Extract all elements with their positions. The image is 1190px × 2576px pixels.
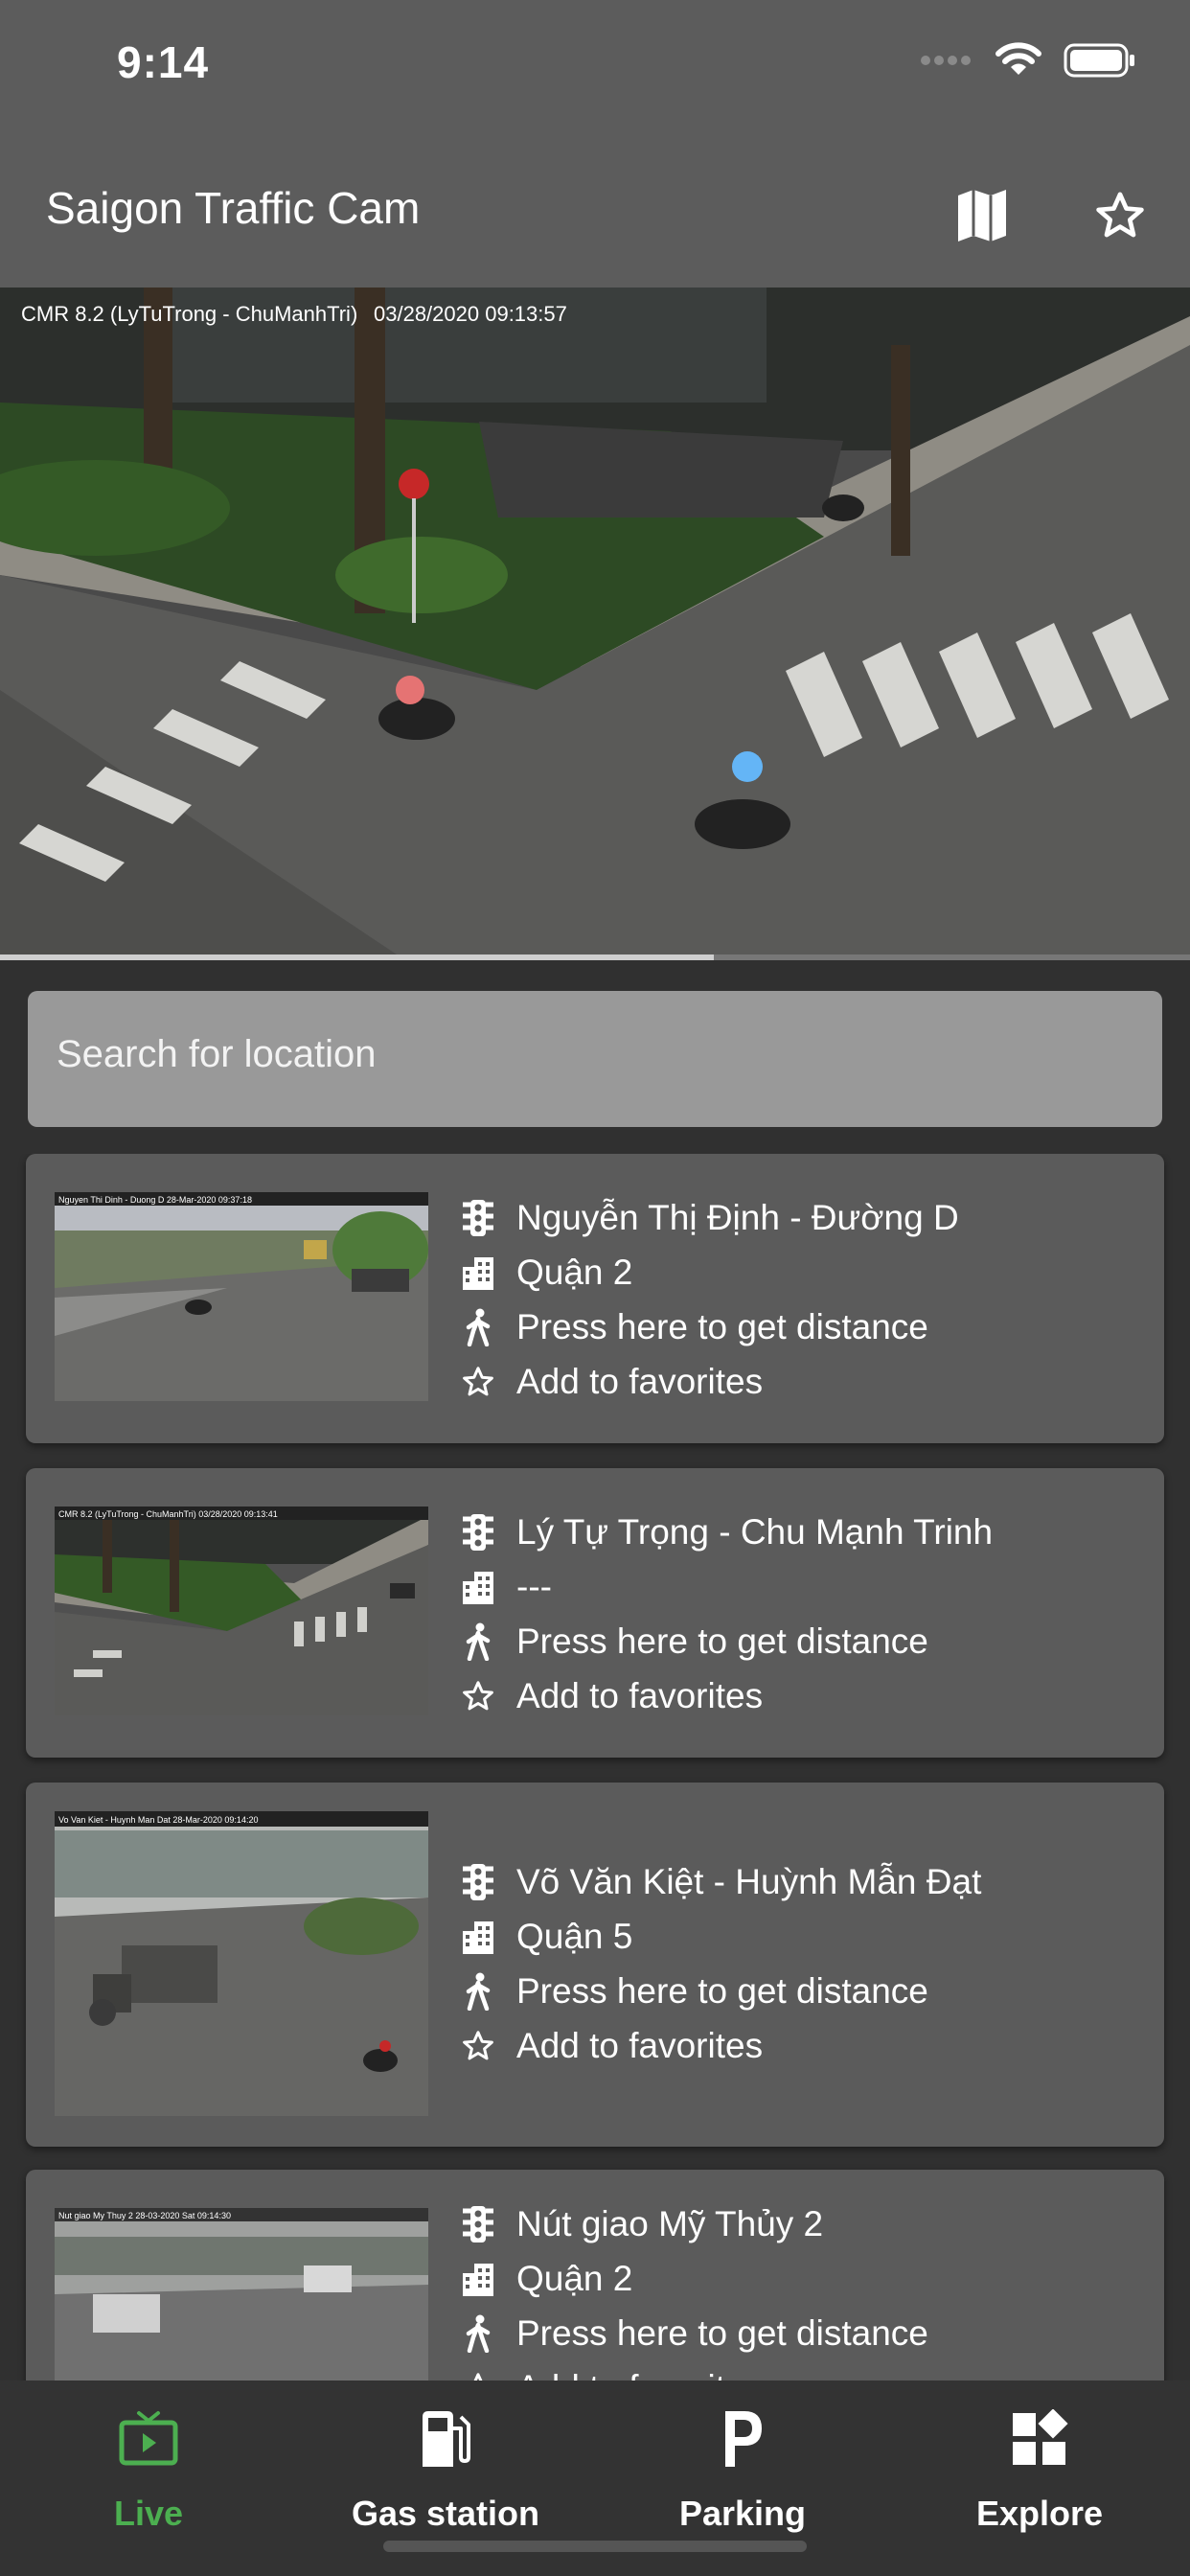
camera-district-row: Quận 2 — [457, 1245, 1145, 1300]
distance-action[interactable]: Press here to get distance — [516, 1622, 928, 1662]
distance-action[interactable]: Press here to get distance — [516, 2313, 928, 2354]
star-outline-icon — [1096, 192, 1144, 238]
city-icon — [463, 1571, 493, 1604]
camera-name: Võ Văn Kiệt - Huỳnh Mẫn Đạt — [516, 1861, 982, 1901]
camera-name-row: Nút giao Mỹ Thủy 2 — [457, 2196, 1145, 2251]
home-indicator — [383, 2541, 807, 2552]
walking-icon — [466, 2314, 491, 2353]
city-icon — [463, 1256, 493, 1290]
camera-thumbnail[interactable]: Nguyen Thi Dinh - Duong D 28-Mar-2020 09… — [55, 1192, 428, 1401]
walking-icon — [466, 1622, 491, 1661]
camera-thumbnail[interactable]: Vo Van Kiet - Huynh Man Dat 28-Mar-2020 … — [55, 1811, 428, 2116]
gas-pump-icon — [423, 2411, 470, 2467]
traffic-light-icon — [463, 1863, 493, 1900]
hero-overlay-timestamp: 03/28/2020 09:13:57 — [374, 302, 567, 326]
signal-icon — [921, 56, 971, 65]
star-outline-icon — [463, 1366, 493, 1395]
favorite-row[interactable]: Add to favorites — [457, 2018, 1145, 2073]
camera-district-row: Quận 2 — [457, 2251, 1145, 2306]
distance-action[interactable]: Press here to get distance — [516, 1307, 928, 1347]
nav-label: Explore — [975, 2494, 1104, 2533]
camera-name: Nguyễn Thị Định - Đường D — [516, 1197, 959, 1237]
camera-name-row: Lý Tự Trọng - Chu Mạnh Trinh — [457, 1505, 1145, 1559]
search-placeholder: Search for location — [57, 1033, 377, 1075]
thumbnail-overlay: CMR 8.2 (LyTuTrong - ChuManhTri) 03/28/2… — [58, 1509, 278, 1519]
distance-row[interactable]: Press here to get distance — [457, 1614, 1145, 1668]
star-outline-icon — [473, 2372, 483, 2380]
traffic-light-icon — [463, 2205, 493, 2242]
wifi-icon — [995, 42, 1041, 75]
camera-district: Quận 2 — [516, 1252, 633, 1292]
camera-list[interactable]: Nguyen Thi Dinh - Duong D 28-Mar-2020 09… — [0, 1154, 1190, 2380]
status-time: 9:14 — [117, 37, 210, 87]
hero-progress-bar — [0, 954, 1190, 960]
nav-label: Parking — [678, 2494, 807, 2533]
favorite-row[interactable]: Add to favorites — [457, 1668, 1145, 1723]
camera-district-row: Quận 5 — [457, 1909, 1145, 1964]
distance-row[interactable]: Press here to get distance — [457, 2306, 1145, 2360]
add-favorite-action[interactable]: Add to favorites — [516, 2368, 763, 2381]
camera-info: Nút giao Mỹ Thủy 2 Quận 2 Press here to … — [457, 2196, 1145, 2380]
thumbnail-overlay: Nguyen Thi Dinh - Duong D 28-Mar-2020 09… — [58, 1195, 252, 1205]
nav-item-explore[interactable]: Explore — [891, 2380, 1188, 2576]
search-input[interactable]: Search for location — [28, 991, 1162, 1127]
app-bar: Saigon Traffic Cam — [0, 144, 1190, 288]
camera-info: Võ Văn Kiệt - Huỳnh Mẫn Đạt Quận 5 Press… — [457, 1854, 1145, 2073]
walking-icon — [466, 1972, 491, 2011]
camera-card[interactable]: Nut giao My Thuy 2 28-03-2020 Sat 09:14:… — [26, 2170, 1164, 2380]
star-outline-icon — [463, 1680, 493, 1710]
add-favorite-action[interactable]: Add to favorites — [516, 1676, 763, 1716]
camera-thumbnail[interactable]: CMR 8.2 (LyTuTrong - ChuManhTri) 03/28/2… — [55, 1506, 428, 1715]
traffic-light-icon — [463, 1513, 493, 1551]
app-title: Saigon Traffic Cam — [46, 183, 421, 233]
parking-icon — [725, 2411, 762, 2467]
add-favorite-action[interactable]: Add to favorites — [516, 1362, 763, 1402]
favorite-row[interactable]: Add to favorites — [457, 2360, 1145, 2380]
camera-district: Quận 2 — [516, 2258, 633, 2298]
distance-row[interactable]: Press here to get distance — [457, 1300, 1145, 1354]
thumbnail-overlay: Vo Van Kiet - Huynh Man Dat 28-Mar-2020 … — [58, 1815, 258, 1825]
thumbnail-overlay: Nut giao My Thuy 2 28-03-2020 Sat 09:14:… — [58, 2211, 231, 2220]
city-icon — [463, 2263, 493, 2296]
live-camera-view[interactable]: CMR 8.2 (LyTuTrong - ChuManhTri) 03/28/2… — [0, 288, 1190, 958]
city-icon — [463, 1920, 493, 1954]
hero-overlay-label: CMR 8.2 (LyTuTrong - ChuManhTri) — [21, 302, 357, 326]
camera-district-row: --- — [457, 1559, 1145, 1614]
distance-row[interactable]: Press here to get distance — [457, 1964, 1145, 2018]
map-icon — [958, 190, 1006, 242]
status-bar: 9:14 — [0, 0, 1190, 144]
distance-action[interactable]: Press here to get distance — [516, 1971, 928, 2012]
traffic-light-icon — [463, 1199, 493, 1236]
map-button[interactable] — [939, 172, 1025, 259]
camera-district: --- — [516, 1566, 552, 1606]
camera-card[interactable]: CMR 8.2 (LyTuTrong - ChuManhTri) 03/28/2… — [26, 1468, 1164, 1758]
camera-info: Lý Tự Trọng - Chu Mạnh Trinh --- Press h… — [457, 1505, 1145, 1723]
camera-card[interactable]: Vo Van Kiet - Huynh Man Dat 28-Mar-2020 … — [26, 1782, 1164, 2147]
nav-label: Gas station — [351, 2494, 540, 2533]
camera-name: Lý Tự Trọng - Chu Mạnh Trinh — [516, 1511, 994, 1552]
camera-district: Quận 5 — [516, 1916, 633, 1956]
hero-progress-fill — [0, 954, 715, 960]
camera-thumbnail[interactable]: Nut giao My Thuy 2 28-03-2020 Sat 09:14:… — [55, 2208, 428, 2380]
nav-label: Live — [113, 2494, 184, 2533]
camera-name: Nút giao Mỹ Thủy 2 — [516, 2203, 824, 2243]
tv-icon — [119, 2411, 178, 2466]
camera-card[interactable]: Nguyen Thi Dinh - Duong D 28-Mar-2020 09… — [26, 1154, 1164, 1443]
favorite-row[interactable]: Add to favorites — [457, 1354, 1145, 1409]
camera-image: CMR 8.2 (LyTuTrong - ChuManhTri) 03/28/2… — [0, 288, 1190, 958]
star-outline-icon — [463, 2030, 493, 2059]
walking-icon — [466, 1308, 491, 1346]
explore-widgets-icon — [1013, 2409, 1068, 2465]
camera-name-row: Võ Văn Kiệt - Huỳnh Mẫn Đạt — [457, 1854, 1145, 1909]
camera-name-row: Nguyễn Thị Định - Đường D — [457, 1190, 1145, 1245]
camera-info: Nguyễn Thị Định - Đường D Quận 2 Press h… — [457, 1190, 1145, 1409]
nav-item-live[interactable]: Live — [0, 2380, 297, 2576]
add-favorite-action[interactable]: Add to favorites — [516, 2026, 763, 2066]
status-icons — [920, 42, 1136, 79]
battery-icon — [1064, 43, 1134, 78]
favorite-button[interactable] — [1077, 172, 1163, 259]
